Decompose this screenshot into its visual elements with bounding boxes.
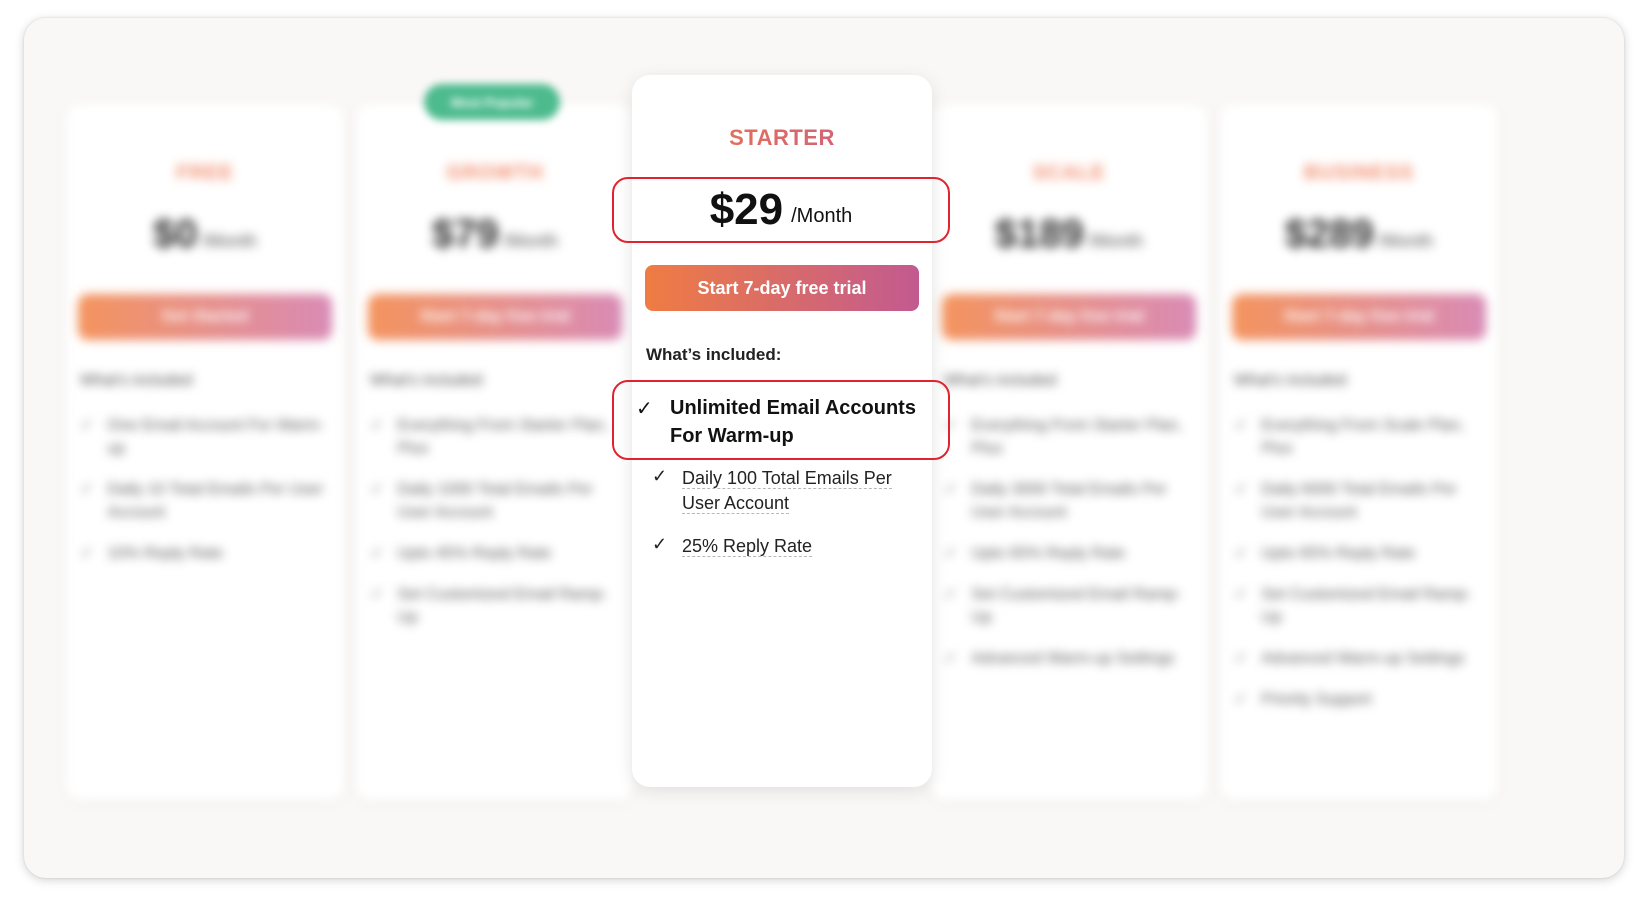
included-label: What's included	[1234, 372, 1347, 389]
list-item: ✓ One Email Account For Warm-up	[80, 414, 330, 460]
list-item: ✓ Set Customized Email Ramp-Up	[1234, 583, 1484, 629]
plan-name: BUSINESS	[1303, 162, 1415, 184]
feature-highlight: ✓ Unlimited Email Accounts For Warm-up	[612, 380, 950, 460]
check-icon: ✓	[944, 586, 958, 603]
included-label: What's included	[370, 372, 483, 389]
check-icon: ✓	[1234, 691, 1248, 708]
check-icon: ✓	[370, 545, 384, 562]
feature-list: ✓ Everything From Scale Plan, Plus ✓ Daily…	[1234, 414, 1484, 729]
list-item: ✓ Everything From Scale Plan, Plus	[1234, 414, 1484, 460]
included-label: What's included	[80, 372, 193, 389]
plan-price: $289 /Month	[1284, 212, 1434, 256]
plan-name: GROWTH	[446, 162, 544, 184]
check-icon: ✓	[636, 398, 653, 420]
check-icon: ✓	[944, 481, 958, 498]
price-highlight: $29 /Month	[612, 177, 950, 243]
included-label: What’s included:	[646, 345, 782, 364]
plan-price: $79 /Month	[431, 212, 559, 256]
check-icon: ✓	[652, 534, 668, 554]
start-trial-button[interactable]: Start 7-day free trial	[942, 294, 1196, 340]
list-item: ✓ 25% Reply Rate	[652, 534, 902, 559]
check-icon: ✓	[370, 481, 384, 498]
check-icon: ✓	[370, 586, 384, 603]
plan-price: $0 /Month	[153, 212, 257, 256]
feature-list: ✓ Everything From Starter Plan, Plus ✓ Dai…	[944, 414, 1194, 688]
list-item: ✓ Daily 3000 Total Emails Per User Accoun…	[944, 478, 1194, 524]
start-trial-button[interactable]: Start 7-day free trial	[645, 265, 919, 311]
check-icon: ✓	[1234, 481, 1248, 498]
start-trial-button[interactable]: Start 7-day free trial	[1232, 294, 1486, 340]
check-icon: ✓	[1234, 586, 1248, 603]
plan-price: $29	[709, 185, 784, 234]
list-item: ✓ Daily 6000 Total Emails Per User Accoun…	[1234, 478, 1484, 524]
plan-card-starter: STARTER $29 /Month Start 7-day free tria…	[612, 75, 950, 787]
start-trial-button[interactable]: Start 7-day free trial	[368, 294, 622, 340]
check-icon: ✓	[1234, 650, 1248, 667]
plan-card-growth: GROWTH $79 /Month Start 7-day free trial…	[356, 104, 634, 800]
check-icon: ✓	[1234, 545, 1248, 562]
check-icon: ✓	[652, 466, 668, 486]
check-icon: ✓	[1234, 417, 1248, 434]
included-label: What's included	[944, 372, 1057, 389]
plan-name: FREE	[176, 162, 234, 184]
check-icon: ✓	[80, 481, 94, 498]
list-item: ✓ Everything From Starter Plan, Plus	[944, 414, 1194, 460]
list-item: ✓ Everything From Starter Plan, Plus	[370, 414, 620, 460]
list-item: ✓ Upto 45% Reply Rate	[370, 542, 620, 565]
check-icon: ✓	[80, 545, 94, 562]
list-item: ✓ Set Customized Email Ramp-Up	[370, 583, 620, 629]
feature-list: ✓ One Email Account For Warm-up ✓ Daily 10…	[80, 414, 330, 583]
most-popular-badge: Most Popular	[424, 84, 560, 120]
check-icon: ✓	[944, 650, 958, 667]
pricing-frame: FREE $0 /Month Get Started What's includ…	[24, 18, 1624, 878]
list-item: ✓ Set Customized Email Ramp-Up	[944, 583, 1194, 629]
feature-text: 25% Reply Rate	[682, 536, 813, 557]
list-item: ✓ Upto 65% Reply Rate	[1234, 542, 1484, 565]
plan-name: SCALE	[1032, 162, 1106, 184]
plan-card-business: BUSINESS $289 /Month Start 7-day free tr…	[1220, 104, 1498, 800]
check-icon: ✓	[80, 417, 94, 434]
plan-name: STARTER	[632, 125, 932, 151]
list-item: ✓ Daily 1000 Total Emails Per User Accoun…	[370, 478, 620, 524]
list-item: ✓ Advanced Warm-up Settings	[944, 647, 1194, 670]
get-started-button[interactable]: Get Started	[78, 294, 332, 340]
plan-period: /Month	[791, 204, 853, 227]
list-item: ✓ 10% Reply Rate	[80, 542, 330, 565]
feature-text: Daily 100 Total Emails Per User Account	[682, 468, 892, 514]
list-item: ✓ Upto 65% Reply Rate	[944, 542, 1194, 565]
list-item: ✓ Advanced Warm-up Settings	[1234, 647, 1484, 670]
plan-card-scale: SCALE $189 /Month Start 7-day free trial…	[930, 104, 1208, 800]
check-icon: ✓	[370, 417, 384, 434]
plan-price: $189 /Month	[994, 212, 1144, 256]
list-item: ✓ Daily 100 Total Emails Per User Accoun…	[652, 466, 902, 516]
list-item: ✓ Priority Support	[1234, 688, 1484, 711]
feature-list: ✓ Everything From Starter Plan, Plus ✓ Dai…	[370, 414, 620, 647]
feature-text: Unlimited Email Accounts For Warm-up	[670, 397, 916, 447]
plan-card-free: FREE $0 /Month Get Started What's includ…	[66, 104, 344, 800]
list-item: ✓ Daily 10 Total Emails Per User Account	[80, 478, 330, 524]
check-icon: ✓	[944, 545, 958, 562]
